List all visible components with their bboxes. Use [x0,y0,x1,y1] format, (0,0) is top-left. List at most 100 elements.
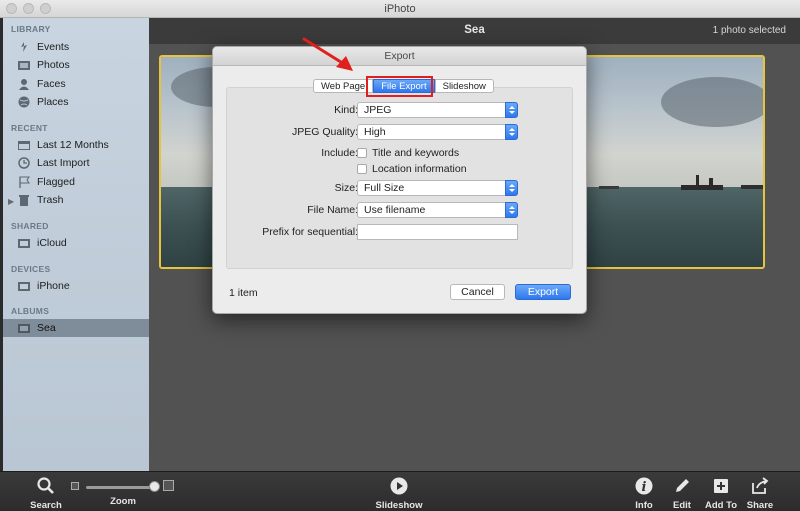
sidebar-item-last-12-months[interactable]: Last 12 Months [3,136,149,154]
file-name-label: File Name: [307,204,358,216]
kind-label: Kind: [334,104,358,116]
sidebar-item-label: Photos [37,59,70,71]
location-info-label: Location information [372,163,467,175]
sidebar-section-devices: DEVICES [11,264,51,274]
search-icon [28,476,64,496]
photos-icon [17,59,31,71]
sidebar-item-label: iCloud [37,237,67,249]
location-info-checkbox-row[interactable]: Location information [357,163,467,175]
sidebar-item-label: Sea [37,322,56,334]
sidebar-section-library: LIBRARY [11,24,51,34]
jpeg-quality-popup[interactable]: High [357,124,518,140]
share-button[interactable]: Share [744,476,776,511]
share-icon [744,476,776,496]
trash-icon [17,194,31,206]
sidebar-item-label: Events [37,41,70,53]
svg-text:i: i [642,480,647,495]
events-icon [17,41,31,53]
tab-slideshow[interactable]: Slideshow [434,79,494,93]
sidebar-item-label: Last 12 Months [37,139,109,151]
bottom-toolbar: Search Zoom Slideshow i Info Edit Add To… [0,471,800,511]
tab-web-page[interactable]: Web Page [313,79,374,93]
sidebar-item-photos[interactable]: Photos [3,56,149,74]
faces-icon [17,78,31,90]
sidebar-item-sea[interactable]: Sea [3,319,149,337]
zoom-label: Zoom [110,496,136,507]
annotation-arrow-icon [302,37,353,71]
selection-count: 1 photo selected [712,25,786,36]
sidebar-item-last-import[interactable]: Last Import [3,154,149,172]
sidebar: LIBRARY Events Photos Faces Places RECEN… [3,18,149,471]
location-info-checkbox[interactable] [357,164,367,174]
prefix-input[interactable] [357,224,518,240]
size-popup[interactable]: Full Size [357,180,518,196]
sidebar-item-label: Trash [37,194,64,206]
sidebar-section-albums: ALBUMS [11,306,50,316]
import-icon [17,157,31,169]
size-label: Size: [334,182,358,194]
sidebar-item-flagged[interactable]: Flagged [3,173,149,191]
sidebar-section-recent: RECENT [11,123,48,133]
sidebar-item-faces[interactable]: Faces [3,75,149,93]
album-icon [17,322,31,334]
prefix-label: Prefix for sequential: [262,226,358,238]
export-button[interactable]: Export [515,284,571,300]
slideshow-button[interactable]: Slideshow [372,476,426,511]
title-keywords-checkbox-row[interactable]: Title and keywords [357,147,459,159]
file-name-popup[interactable]: Use filename [357,202,518,218]
flag-icon [17,176,31,188]
popup-stepper-icon [505,202,518,218]
sidebar-item-icloud[interactable]: iCloud [3,234,149,252]
jpeg-quality-value: High [364,126,386,138]
highlight-box [366,76,433,97]
edit-button[interactable]: Edit [668,476,696,511]
calendar-icon [17,139,31,151]
pencil-icon [668,476,696,496]
add-to-button[interactable]: Add To [702,476,740,511]
sidebar-item-label: Faces [37,78,66,90]
sidebar-item-label: Places [37,96,69,108]
export-dialog: Export Web Page File Export Slideshow Ki… [212,46,587,314]
add-to-label: Add To [704,500,737,511]
iphoto-window: iPhoto LIBRARY Events Photos Faces Place… [0,0,800,511]
share-label: Share [746,500,774,511]
popup-stepper-icon [505,124,518,140]
kind-popup[interactable]: JPEG [357,102,518,118]
jpeg-quality-label: JPEG Quality: [292,126,358,138]
title-keywords-checkbox[interactable] [357,148,367,158]
zoom-slider-track[interactable] [86,486,156,489]
sidebar-item-label: Flagged [37,176,75,188]
icloud-icon [17,237,31,249]
info-icon: i [630,476,658,496]
sidebar-item-events[interactable]: Events [3,38,149,56]
play-icon [372,476,426,496]
cancel-button[interactable]: Cancel [450,284,505,300]
title-bar: iPhoto [0,0,800,18]
zoom-slider-knob[interactable] [149,481,160,492]
sidebar-item-label: Last Import [37,157,90,169]
sidebar-item-label: iPhone [37,280,70,292]
search-button[interactable]: Search [28,476,64,511]
slideshow-label: Slideshow [375,500,423,511]
dialog-title: Export [213,47,586,66]
file-name-value: Use filename [364,204,426,216]
add-icon [702,476,740,496]
zoom-in-icon[interactable] [163,480,174,491]
title-keywords-label: Title and keywords [372,147,460,159]
include-label: Include: [321,147,358,159]
zoom-control: Zoom [105,492,141,507]
window-title: iPhoto [384,3,416,15]
kind-value: JPEG [364,104,392,116]
popup-stepper-icon [505,180,518,196]
popup-stepper-icon [505,102,518,118]
info-label: Info [635,500,653,511]
info-button[interactable]: i Info [630,476,658,511]
sidebar-item-trash[interactable]: Trash [3,191,149,209]
sidebar-item-iphone[interactable]: iPhone [3,277,149,295]
search-label: Search [30,500,62,511]
sidebar-item-places[interactable]: Places [3,93,149,111]
sidebar-section-shared: SHARED [11,221,49,231]
zoom-out-icon[interactable] [71,482,79,490]
album-header: Sea 1 photo selected [149,18,800,44]
iphone-icon [17,280,31,292]
